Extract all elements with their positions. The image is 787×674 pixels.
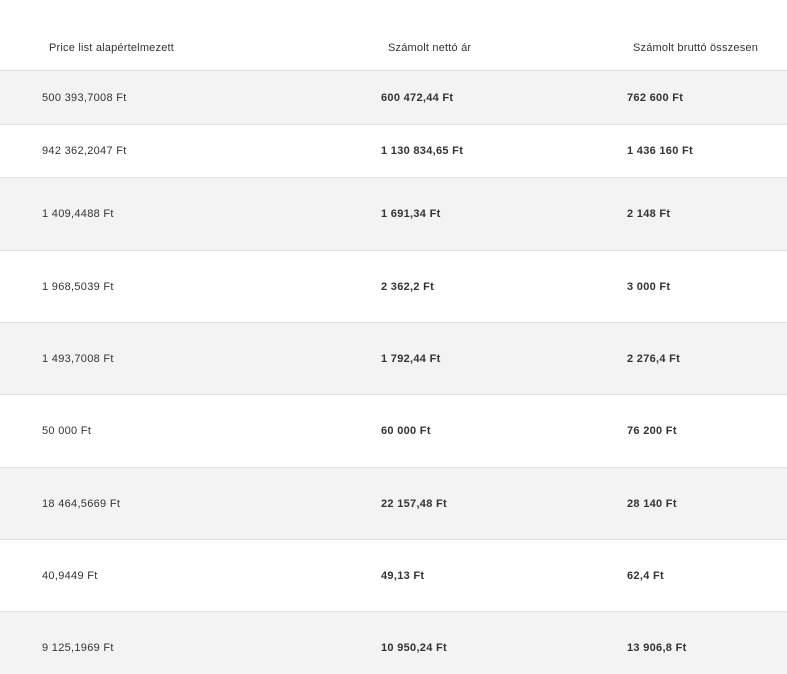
column-header-net-price[interactable]: Számolt nettó ár (388, 42, 471, 54)
cell-net-price: 22 157,48 Ft (381, 497, 447, 510)
table-row: 1 409,4488 Ft 1 691,34 Ft 2 148 Ft (0, 178, 787, 251)
cell-gross-total: 2 148 Ft (627, 208, 671, 220)
cell-net-price: 600 472,44 Ft (381, 91, 454, 104)
cell-net-price: 10 950,24 Ft (381, 642, 447, 654)
table-row: 500 393,7008 Ft 600 472,44 Ft 762 600 Ft (0, 71, 787, 125)
table-header: Price list alapértelmezett Számolt nettó… (0, 0, 787, 71)
cell-price-list: 1 968,5039 Ft (42, 280, 114, 293)
cell-price-list: 500 393,7008 Ft (42, 91, 127, 104)
cell-gross-total: 28 140 Ft (627, 497, 677, 510)
cell-gross-total: 3 000 Ft (627, 280, 671, 293)
cell-price-list: 18 464,5669 Ft (42, 497, 121, 510)
cell-gross-total: 76 200 Ft (627, 425, 677, 437)
cell-net-price: 49,13 Ft (381, 569, 425, 582)
cell-gross-total: 1 436 160 Ft (627, 145, 693, 157)
cell-price-list: 942 362,2047 Ft (42, 145, 127, 157)
table-row: 18 464,5669 Ft 22 157,48 Ft 28 140 Ft (0, 468, 787, 540)
cell-price-list: 50 000 Ft (42, 425, 92, 437)
cell-gross-total: 762 600 Ft (627, 91, 684, 104)
cell-price-list: 1 493,7008 Ft (42, 352, 114, 365)
cell-net-price: 1 792,44 Ft (381, 352, 441, 365)
cell-net-price: 1 130 834,65 Ft (381, 145, 464, 157)
cell-gross-total: 62,4 Ft (627, 569, 664, 582)
table-row: 50 000 Ft 60 000 Ft 76 200 Ft (0, 395, 787, 468)
table-row: 1 493,7008 Ft 1 792,44 Ft 2 276,4 Ft (0, 323, 787, 395)
table-row: 40,9449 Ft 49,13 Ft 62,4 Ft (0, 540, 787, 612)
price-table: Price list alapértelmezett Számolt nettó… (0, 0, 787, 674)
cell-gross-total: 13 906,8 Ft (627, 642, 687, 654)
cell-price-list: 40,9449 Ft (42, 569, 98, 582)
cell-gross-total: 2 276,4 Ft (627, 352, 681, 365)
cell-net-price: 60 000 Ft (381, 425, 431, 437)
cell-net-price: 2 362,2 Ft (381, 280, 435, 293)
cell-net-price: 1 691,34 Ft (381, 208, 441, 220)
cell-price-list: 9 125,1969 Ft (42, 642, 114, 654)
table-row: 9 125,1969 Ft 10 950,24 Ft 13 906,8 Ft (0, 612, 787, 674)
table-row: 1 968,5039 Ft 2 362,2 Ft 3 000 Ft (0, 251, 787, 323)
table-row: 942 362,2047 Ft 1 130 834,65 Ft 1 436 16… (0, 125, 787, 178)
column-header-gross-total[interactable]: Számolt bruttó összesen (633, 42, 758, 54)
column-header-price-list[interactable]: Price list alapértelmezett (49, 42, 174, 54)
cell-price-list: 1 409,4488 Ft (42, 208, 114, 220)
